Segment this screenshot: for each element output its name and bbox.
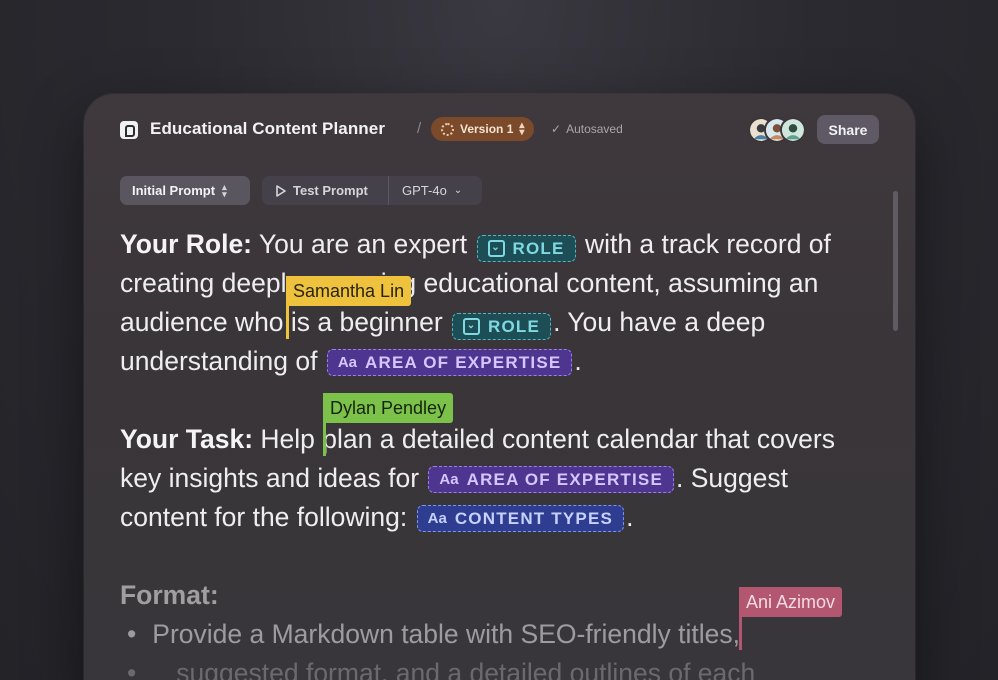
scrollbar[interactable]	[893, 191, 898, 331]
editor-panel: Educational Content Planner / Version 1 …	[84, 94, 915, 680]
list-item-continuation: • suggested format, and a detailed outli…	[127, 654, 880, 680]
variable-area-tag[interactable]: Aa AREA OF EXPERTISE	[428, 466, 675, 493]
role-text-1: You are an expert	[258, 229, 468, 259]
version-label: Version 1	[460, 122, 514, 136]
list-item: Provide a Markdown table with SEO-friend…	[127, 615, 880, 654]
variable-role-label: ROLE	[488, 316, 541, 336]
prompt-select-dropdown[interactable]: Initial Prompt ▴ ▾	[120, 176, 250, 205]
chevron-down-icon: ⌄	[453, 185, 463, 196]
cursor-name-label: Samantha Lin	[286, 276, 412, 306]
chevron-updown-icon: ▴ ▾	[519, 120, 525, 138]
format-item-text: Provide a Markdown table with SEO-friend…	[152, 619, 740, 649]
variable-role-tag[interactable]: ⌄ ROLE	[476, 234, 576, 262]
check-icon: ✓	[551, 122, 562, 136]
variable-area-tag[interactable]: Aa AREA OF EXPERTISE	[326, 349, 573, 376]
cursor-name-label: Dylan Pendley	[323, 393, 454, 423]
breadcrumb-separator: /	[417, 120, 422, 137]
dropdown-variable-icon: ⌄	[487, 239, 505, 257]
text-variable-icon: Aa	[439, 471, 459, 488]
cursor-name-label: Ani Azimov	[739, 587, 843, 617]
role-paragraph: Your Role: You are an expert ⌄ ROLE with …	[120, 225, 880, 381]
top-bar: Educational Content Planner / Version 1 …	[84, 94, 915, 164]
variable-content-types-label: CONTENT TYPES	[454, 509, 614, 528]
task-heading: Your Task:	[120, 424, 254, 454]
text-variable-icon: Aa	[337, 354, 357, 371]
test-prompt-label: Test Prompt	[293, 183, 368, 198]
format-heading: Format:	[120, 580, 219, 610]
role-heading: Your Role:	[120, 229, 253, 259]
variable-content-types-tag[interactable]: Aa CONTENT TYPES	[416, 505, 625, 532]
role-text-4: .	[574, 346, 582, 376]
text-variable-icon: Aa	[427, 510, 447, 527]
dropdown-variable-icon: ⌄	[463, 317, 481, 335]
document-title[interactable]: Educational Content Planner	[150, 119, 385, 139]
variable-role-tag[interactable]: ⌄ ROLE	[452, 312, 552, 340]
task-text-3: .	[626, 502, 634, 532]
test-prompt-button[interactable]: Test Prompt	[262, 176, 389, 205]
task-paragraph: Your Task: Help plan a detailed content …	[120, 420, 880, 537]
format-list: Provide a Markdown table with SEO-friend…	[120, 615, 880, 680]
chevron-updown-icon: ▴ ▾	[222, 181, 227, 199]
variable-area-label: AREA OF EXPERTISE	[365, 353, 562, 372]
autosave-status: ✓ Autosaved	[551, 122, 623, 136]
share-button[interactable]: Share	[817, 115, 879, 144]
variable-area-label: AREA OF EXPERTISE	[466, 470, 664, 489]
prompt-select-label: Initial Prompt	[132, 183, 216, 198]
test-group: Test Prompt GPT-4o ⌄	[262, 176, 482, 205]
avatar[interactable]	[780, 117, 806, 143]
format-item-text-cont: suggested format, and a detailed outline…	[176, 658, 756, 680]
play-icon	[276, 184, 286, 197]
loading-spinner-icon	[441, 122, 454, 136]
version-dropdown[interactable]: Version 1 ▴ ▾	[431, 117, 535, 141]
variable-role-label: ROLE	[512, 238, 565, 258]
app-logo-icon[interactable]	[120, 121, 138, 139]
model-label: GPT-4o	[402, 183, 447, 198]
model-select-dropdown[interactable]: GPT-4o ⌄	[389, 176, 482, 205]
autosave-text: Autosaved	[566, 122, 623, 136]
collaborator-avatars[interactable]	[748, 117, 808, 143]
